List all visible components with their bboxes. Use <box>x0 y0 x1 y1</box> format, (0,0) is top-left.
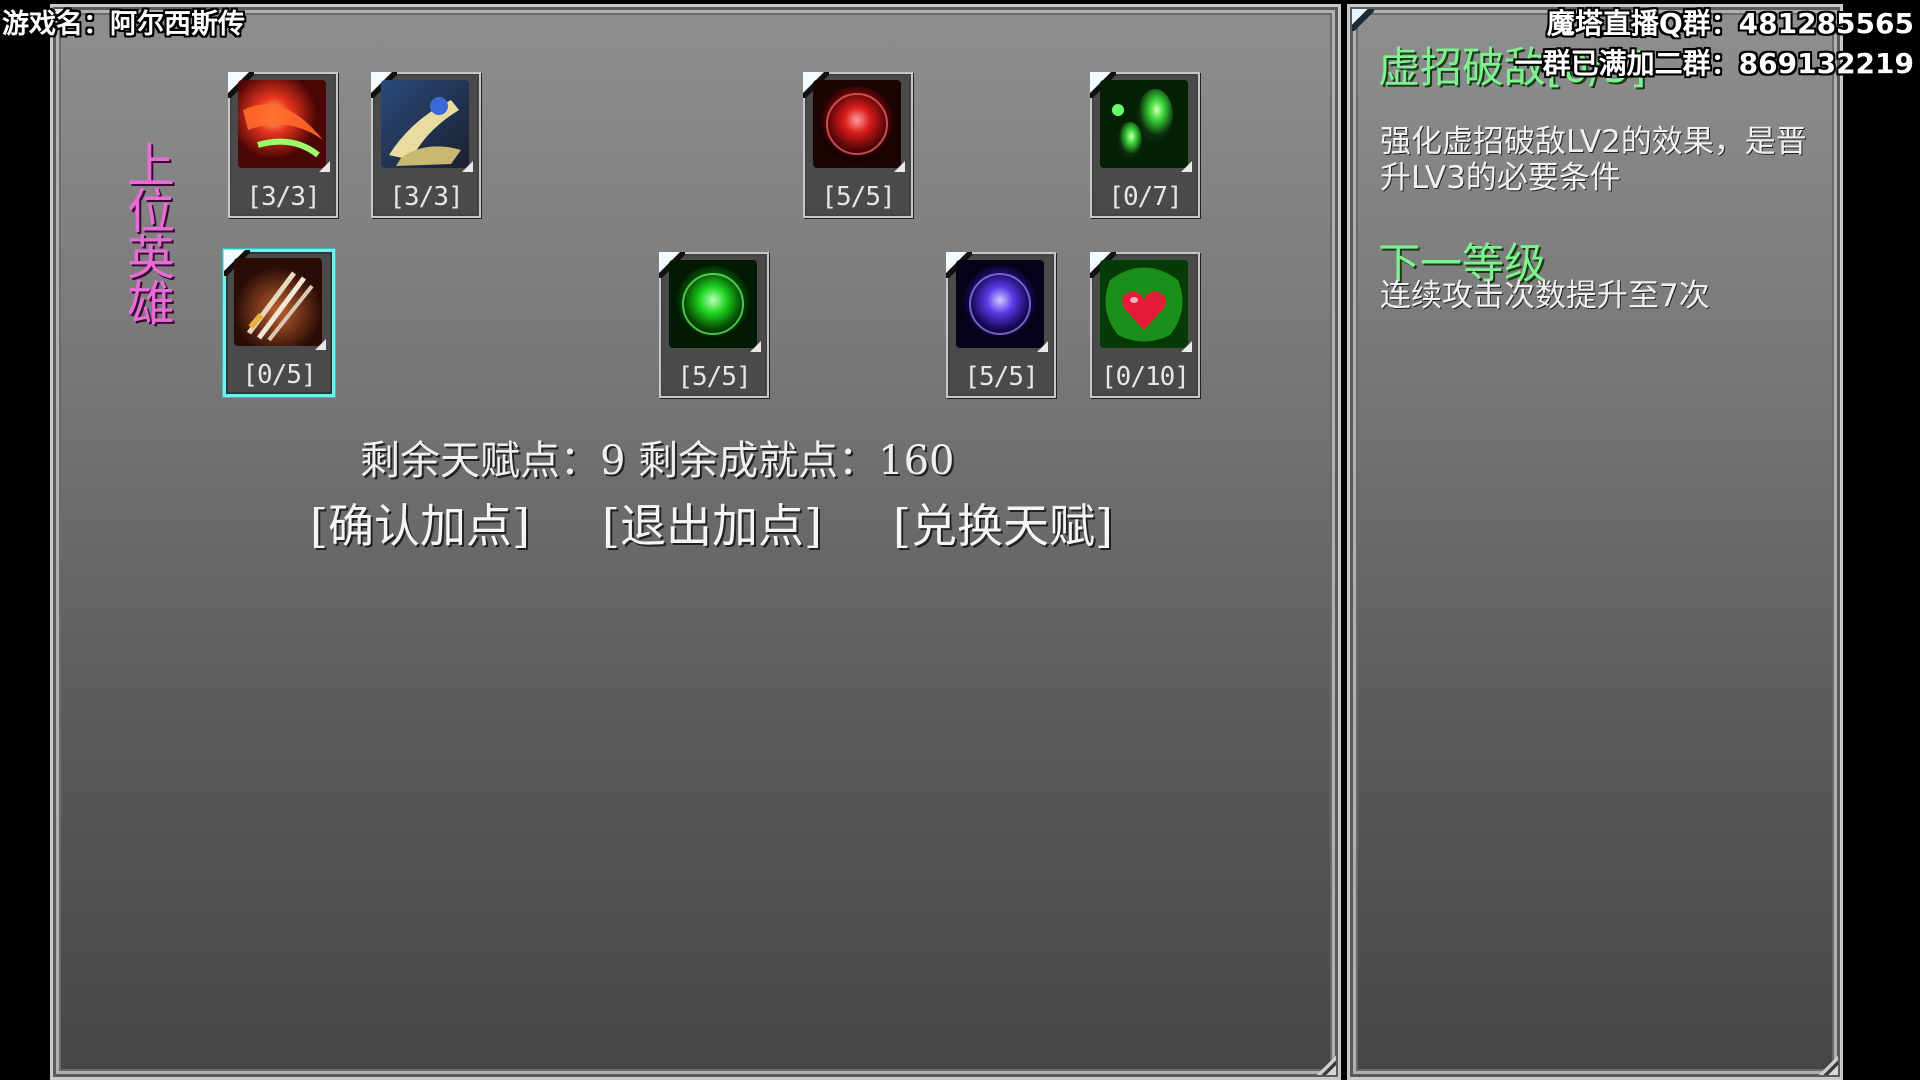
skill-slot-red-orb[interactable]: [5/5] <box>803 72 913 218</box>
slot-corner-decoration <box>1030 334 1048 352</box>
exchange-talent-button[interactable]: [兑换天赋] <box>893 490 1113 556</box>
slot-corner-decoration <box>308 332 326 350</box>
skill-slot-multi-sword[interactable]: [0/5] <box>223 249 335 397</box>
skill-slot-green-orb[interactable]: [5/5] <box>659 252 769 398</box>
next-level-description: 连续攻击次数提升至7次 <box>1380 278 1710 314</box>
skill-slot-gold-strike[interactable]: [3/3] <box>371 72 481 218</box>
skill-level-count: [0/7] <box>1108 182 1182 212</box>
slot-corner-decoration <box>1174 334 1192 352</box>
skill-level-count: [0/10] <box>1101 362 1190 392</box>
panel-corner-decoration <box>1352 9 1374 31</box>
panel-resize-handle[interactable] <box>1312 1051 1336 1075</box>
confirm-points-button[interactable]: [确认加点] <box>310 490 530 556</box>
stream-game-name: 游戏名：阿尔西斯传 <box>2 9 245 40</box>
slot-corner-decoration <box>743 334 761 352</box>
skill-level-count: [3/3] <box>246 182 320 212</box>
slot-corner-decoration <box>312 154 330 172</box>
class-title: 上位英雄 <box>118 140 174 324</box>
exit-points-button[interactable]: [退出加点] <box>602 490 822 556</box>
stream-qq-group-1: 魔塔直播Q群：481285565 <box>1546 7 1914 40</box>
skill-level-count: [5/5] <box>677 362 751 392</box>
remaining-points-text: 剩余天赋点：9 剩余成就点：160 <box>360 438 955 484</box>
skill-slot-green-spirit[interactable]: [0/7] <box>1090 72 1200 218</box>
skill-level-count: [0/5] <box>242 360 316 390</box>
skill-level-count: [3/3] <box>389 182 463 212</box>
skill-description: 强化虚招破敌LV2的效果，是晋升LV3的必要条件 <box>1380 124 1807 196</box>
skill-slot-heart-vine[interactable]: [0/10] <box>1090 252 1200 398</box>
skill-level-count: [5/5] <box>964 362 1038 392</box>
panel-resize-handle[interactable] <box>1814 1051 1838 1075</box>
skill-slot-red-slash[interactable]: [3/3] <box>228 72 338 218</box>
slot-corner-decoration <box>1174 154 1192 172</box>
skill-level-count: [5/5] <box>821 182 895 212</box>
stream-qq-group-2: 一群已满加二群：869132219 <box>1514 47 1914 80</box>
slot-corner-decoration <box>887 154 905 172</box>
slot-corner-decoration <box>455 154 473 172</box>
skill-slot-blue-orb[interactable]: [5/5] <box>946 252 1056 398</box>
